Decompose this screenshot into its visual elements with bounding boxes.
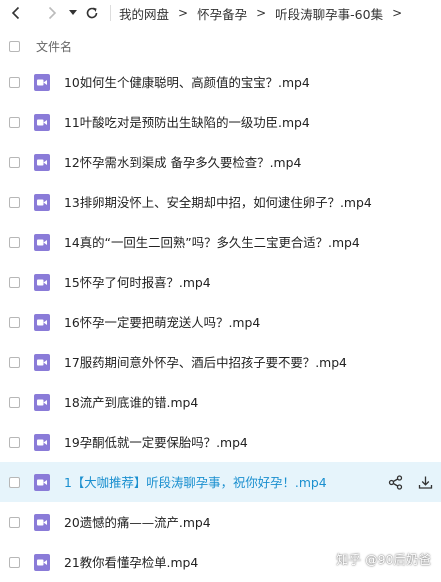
file-list-header: 文件名 bbox=[0, 34, 441, 58]
file-name[interactable]: 16怀孕一定要把萌宠送人吗？.mp4 bbox=[64, 313, 260, 331]
video-file-icon bbox=[34, 233, 50, 251]
refresh-icon[interactable] bbox=[82, 2, 102, 24]
file-name[interactable]: 20遗憾的痛——流产.mp4 bbox=[64, 513, 211, 531]
breadcrumb-separator-icon: > bbox=[178, 6, 189, 20]
file-row[interactable]: 1【大咖推荐】听段涛聊孕事，祝你好孕！.mp4 bbox=[0, 462, 441, 502]
video-file-icon bbox=[34, 113, 50, 131]
video-file-icon bbox=[34, 553, 50, 571]
file-name[interactable]: 12怀孕需水到渠成 备孕多久要检查？.mp4 bbox=[64, 153, 301, 171]
file-row[interactable]: 15怀孕了何时报喜？.mp4 bbox=[0, 262, 441, 302]
video-file-icon bbox=[34, 433, 50, 451]
file-row[interactable]: 11叶酸吃对是预防出生缺陷的一级功臣.mp4 bbox=[0, 102, 441, 142]
share-icon[interactable] bbox=[383, 470, 407, 494]
video-file-icon bbox=[34, 73, 50, 91]
back-arrow-icon[interactable] bbox=[6, 2, 26, 24]
watermark: 知乎 @90后奶爸 bbox=[336, 552, 431, 567]
video-file-icon bbox=[34, 353, 50, 371]
file-name[interactable]: 10如何生个健康聪明、高颜值的宝宝？.mp4 bbox=[64, 73, 310, 91]
breadcrumb-separator-icon: > bbox=[256, 6, 267, 20]
file-row[interactable]: 20遗憾的痛——流产.mp4 bbox=[0, 502, 441, 542]
row-checkbox[interactable] bbox=[9, 276, 20, 288]
file-list: 10如何生个健康聪明、高颜值的宝宝？.mp4 11叶酸吃对是预防出生缺陷的一级功臣… bbox=[0, 62, 441, 582]
video-file-icon bbox=[34, 313, 50, 331]
breadcrumb-item[interactable]: 听段涛聊孕事-60集 bbox=[275, 4, 383, 23]
toolbar: 我的网盘 > 怀孕备孕 > 听段涛聊孕事-60集 > bbox=[0, 0, 441, 26]
file-name[interactable]: 15怀孕了何时报喜？.mp4 bbox=[64, 273, 211, 291]
file-name[interactable]: 19孕酮低就一定要保胎吗？.mp4 bbox=[64, 433, 248, 451]
file-row[interactable]: 17服药期间意外怀孕、酒后中招孩子要不要？.mp4 bbox=[0, 342, 441, 382]
row-actions bbox=[377, 462, 437, 502]
video-file-icon bbox=[34, 513, 50, 531]
row-checkbox[interactable] bbox=[9, 516, 20, 528]
row-checkbox[interactable] bbox=[9, 396, 20, 408]
row-checkbox[interactable] bbox=[9, 116, 20, 128]
file-row[interactable]: 19孕酮低就一定要保胎吗？.mp4 bbox=[0, 422, 441, 462]
row-checkbox[interactable] bbox=[9, 476, 20, 488]
file-name[interactable]: 13排卵期没怀上、安全期却中招，如何逮住卵子？.mp4 bbox=[64, 193, 372, 211]
download-icon[interactable] bbox=[413, 470, 437, 494]
video-file-icon bbox=[34, 153, 50, 171]
row-checkbox[interactable] bbox=[9, 356, 20, 368]
file-name[interactable]: 1【大咖推荐】听段涛聊孕事，祝你好孕！.mp4 bbox=[64, 473, 327, 491]
file-name[interactable]: 18流产到底谁的错.mp4 bbox=[64, 393, 198, 411]
file-name[interactable]: 14真的“一回生二回熟”吗？多久生二宝更合适？.mp4 bbox=[64, 233, 360, 251]
file-row[interactable]: 13排卵期没怀上、安全期却中招，如何逮住卵子？.mp4 bbox=[0, 182, 441, 222]
column-header-filename[interactable]: 文件名 bbox=[36, 38, 72, 55]
breadcrumb-item[interactable]: 怀孕备孕 bbox=[197, 4, 247, 23]
breadcrumb-item[interactable]: 我的网盘 bbox=[119, 4, 169, 23]
forward-arrow-icon[interactable] bbox=[42, 2, 62, 24]
file-name[interactable]: 11叶酸吃对是预防出生缺陷的一级功臣.mp4 bbox=[64, 113, 310, 131]
video-file-icon bbox=[34, 393, 50, 411]
video-file-icon bbox=[34, 193, 50, 211]
history-dropdown-icon[interactable] bbox=[66, 2, 80, 24]
row-checkbox[interactable] bbox=[9, 236, 20, 248]
file-row[interactable]: 14真的“一回生二回熟”吗？多久生二宝更合适？.mp4 bbox=[0, 222, 441, 262]
toolbar-divider bbox=[110, 5, 111, 21]
row-checkbox[interactable] bbox=[9, 156, 20, 168]
row-checkbox[interactable] bbox=[9, 436, 20, 448]
file-row[interactable]: 16怀孕一定要把萌宠送人吗？.mp4 bbox=[0, 302, 441, 342]
breadcrumb: 我的网盘 > 怀孕备孕 > 听段涛聊孕事-60集 > bbox=[119, 4, 411, 23]
row-checkbox[interactable] bbox=[9, 76, 20, 88]
select-all-checkbox[interactable] bbox=[9, 40, 20, 52]
row-checkbox[interactable] bbox=[9, 556, 20, 568]
row-checkbox[interactable] bbox=[9, 196, 20, 208]
file-name[interactable]: 17服药期间意外怀孕、酒后中招孩子要不要？.mp4 bbox=[64, 353, 347, 371]
file-row[interactable]: 18流产到底谁的错.mp4 bbox=[0, 382, 441, 422]
file-row[interactable]: 12怀孕需水到渠成 备孕多久要检查？.mp4 bbox=[0, 142, 441, 182]
breadcrumb-separator-icon: > bbox=[392, 6, 403, 20]
video-file-icon bbox=[34, 473, 50, 491]
file-row[interactable]: 10如何生个健康聪明、高颜值的宝宝？.mp4 bbox=[0, 62, 441, 102]
video-file-icon bbox=[34, 273, 50, 291]
file-name[interactable]: 21教你看懂孕检单.mp4 bbox=[64, 553, 198, 571]
row-checkbox[interactable] bbox=[9, 316, 20, 328]
